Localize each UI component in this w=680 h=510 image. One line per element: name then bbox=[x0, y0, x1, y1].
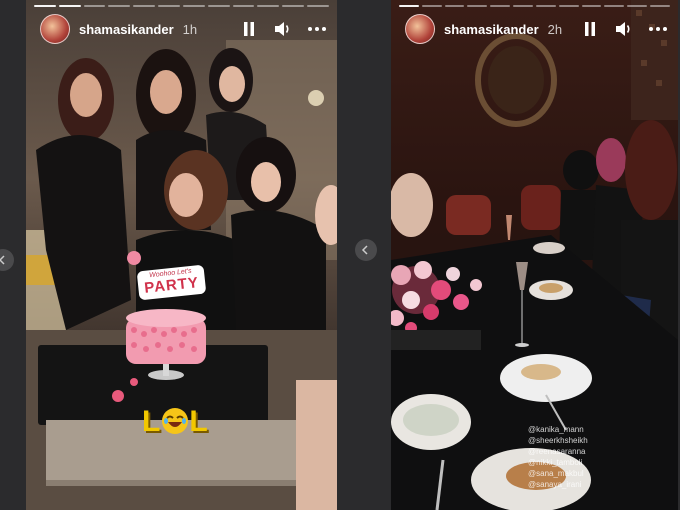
pause-button[interactable] bbox=[239, 19, 259, 39]
mention-tag[interactable]: @reenasaranna bbox=[528, 446, 668, 457]
chevron-left-icon bbox=[361, 245, 368, 255]
story-progress-bar bbox=[34, 5, 329, 7]
prev-story-button[interactable] bbox=[355, 239, 377, 261]
pause-icon bbox=[585, 22, 595, 36]
mention-tag[interactable]: @sanaya_irani bbox=[528, 479, 668, 490]
volume-icon bbox=[275, 22, 289, 36]
volume-button[interactable] bbox=[273, 19, 293, 39]
sticker-letter-left: L bbox=[142, 405, 162, 438]
mention-tag[interactable]: @kanika_mann bbox=[528, 424, 668, 435]
username-link[interactable]: shamasikander bbox=[79, 22, 174, 37]
laughing-emoji-icon bbox=[162, 408, 189, 434]
volume-button[interactable] bbox=[614, 19, 634, 39]
more-options-button[interactable] bbox=[307, 19, 327, 39]
story-header: shamasikander 2h bbox=[405, 14, 668, 44]
mention-tag[interactable]: @sheerkhsheikh bbox=[528, 435, 668, 446]
more-icon bbox=[308, 27, 326, 31]
story-panel-1[interactable]: Woohoo Let's PARTY LL shamasikander 1h bbox=[26, 0, 337, 510]
story-panel-2[interactable]: @kanika_mann @sheerkhsheikh @reenasarann… bbox=[391, 0, 678, 510]
more-icon bbox=[649, 27, 667, 31]
story-timestamp: 2h bbox=[547, 21, 563, 37]
mention-tag[interactable]: @nikki_tamboli bbox=[528, 457, 668, 468]
lol-sticker: LL bbox=[142, 405, 209, 439]
mention-tags: @kanika_mann @sheerkhsheikh @reenasarann… bbox=[528, 424, 668, 490]
story-header: shamasikander 1h bbox=[40, 14, 327, 44]
story-timestamp: 1h bbox=[182, 21, 198, 37]
avatar[interactable] bbox=[40, 14, 70, 44]
sticker-letter-right: L bbox=[189, 405, 209, 438]
more-options-button[interactable] bbox=[648, 19, 668, 39]
pause-button[interactable] bbox=[580, 19, 600, 39]
mention-tag[interactable]: @sana_makbul bbox=[528, 468, 668, 479]
username-link[interactable]: shamasikander bbox=[444, 22, 539, 37]
volume-icon bbox=[616, 22, 630, 36]
chevron-left-icon bbox=[0, 255, 5, 265]
story-progress-bar bbox=[399, 5, 670, 7]
pause-icon bbox=[244, 22, 254, 36]
avatar[interactable] bbox=[405, 14, 435, 44]
